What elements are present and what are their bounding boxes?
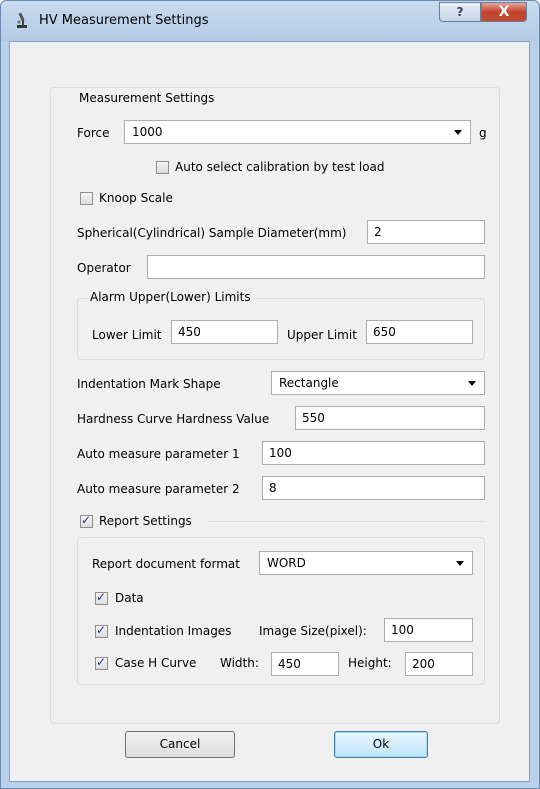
indentation-images-label: Indentation Images — [115, 624, 232, 638]
lower-limit-label: Lower Limit — [92, 328, 162, 342]
operator-input[interactable] — [147, 255, 485, 279]
upper-limit-input[interactable]: 650 — [366, 320, 473, 344]
auto-measure-2-label: Auto measure parameter 2 — [77, 482, 240, 496]
width-input[interactable]: 450 — [271, 652, 339, 676]
data-label: Data — [115, 591, 144, 605]
hardness-curve-input[interactable]: 550 — [295, 406, 485, 430]
knoop-scale-checkbox[interactable] — [80, 192, 93, 205]
lower-limit-input[interactable]: 450 — [171, 320, 278, 344]
indentation-shape-select[interactable]: Rectangle — [271, 371, 485, 395]
force-value: 1000 — [132, 125, 163, 139]
indentation-shape-label: Indentation Mark Shape — [77, 377, 221, 391]
title-bar: HV Measurement Settings ? X — [1, 1, 539, 41]
image-size-input[interactable]: 100 — [384, 618, 473, 642]
report-divider — [209, 521, 485, 522]
report-format-value: WORD — [267, 556, 306, 570]
measurement-settings-title: Measurement Settings — [76, 91, 218, 105]
case-h-curve-label: Case H Curve — [115, 656, 197, 670]
sample-diameter-input[interactable]: 2 — [367, 220, 485, 244]
force-unit: g — [479, 126, 487, 140]
chevron-down-icon — [454, 130, 462, 135]
indentation-images-checkbox[interactable] — [95, 623, 108, 638]
width-label: Width: — [220, 656, 259, 670]
help-button[interactable]: ? — [439, 2, 481, 22]
close-button[interactable]: X — [481, 2, 527, 22]
force-label: Force — [77, 126, 110, 140]
auto-calibration-label: Auto select calibration by test load — [175, 160, 385, 174]
height-label: Height: — [348, 656, 392, 670]
force-select[interactable]: 1000 — [124, 120, 471, 144]
data-checkbox[interactable] — [95, 590, 108, 605]
alarm-limits-title: Alarm Upper(Lower) Limits — [87, 290, 254, 304]
auto-measure-2-input[interactable]: 8 — [262, 476, 485, 500]
upper-limit-label: Upper Limit — [287, 328, 357, 342]
chevron-down-icon — [468, 381, 476, 386]
cancel-button[interactable]: Cancel — [125, 731, 235, 758]
help-icon: ? — [456, 5, 464, 19]
case-h-curve-checkbox[interactable] — [95, 655, 108, 670]
hardness-curve-label: Hardness Curve Hardness Value — [77, 412, 270, 426]
report-format-select[interactable]: WORD — [259, 551, 473, 575]
auto-measure-1-label: Auto measure parameter 1 — [77, 447, 240, 461]
microscope-icon — [17, 12, 27, 28]
height-input[interactable]: 200 — [405, 652, 473, 676]
report-format-label: Report document format — [92, 557, 240, 571]
knoop-scale-label: Knoop Scale — [99, 191, 173, 205]
close-icon: X — [498, 4, 510, 20]
auto-calibration-checkbox[interactable] — [156, 161, 169, 174]
window-title: HV Measurement Settings — [39, 13, 209, 28]
report-settings-checkbox[interactable] — [80, 513, 93, 528]
dialog-window: HV Measurement Settings ? X Measurement … — [0, 0, 540, 789]
indentation-shape-value: Rectangle — [279, 376, 339, 390]
chevron-down-icon — [456, 561, 464, 566]
report-settings-title: Report Settings — [99, 514, 192, 528]
image-size-label: Image Size(pixel): — [259, 624, 367, 638]
auto-measure-1-input[interactable]: 100 — [262, 441, 485, 465]
ok-button[interactable]: Ok — [334, 731, 428, 758]
operator-label: Operator — [77, 261, 131, 275]
sample-diameter-label: Spherical(Cylindrical) Sample Diameter(m… — [77, 226, 347, 240]
